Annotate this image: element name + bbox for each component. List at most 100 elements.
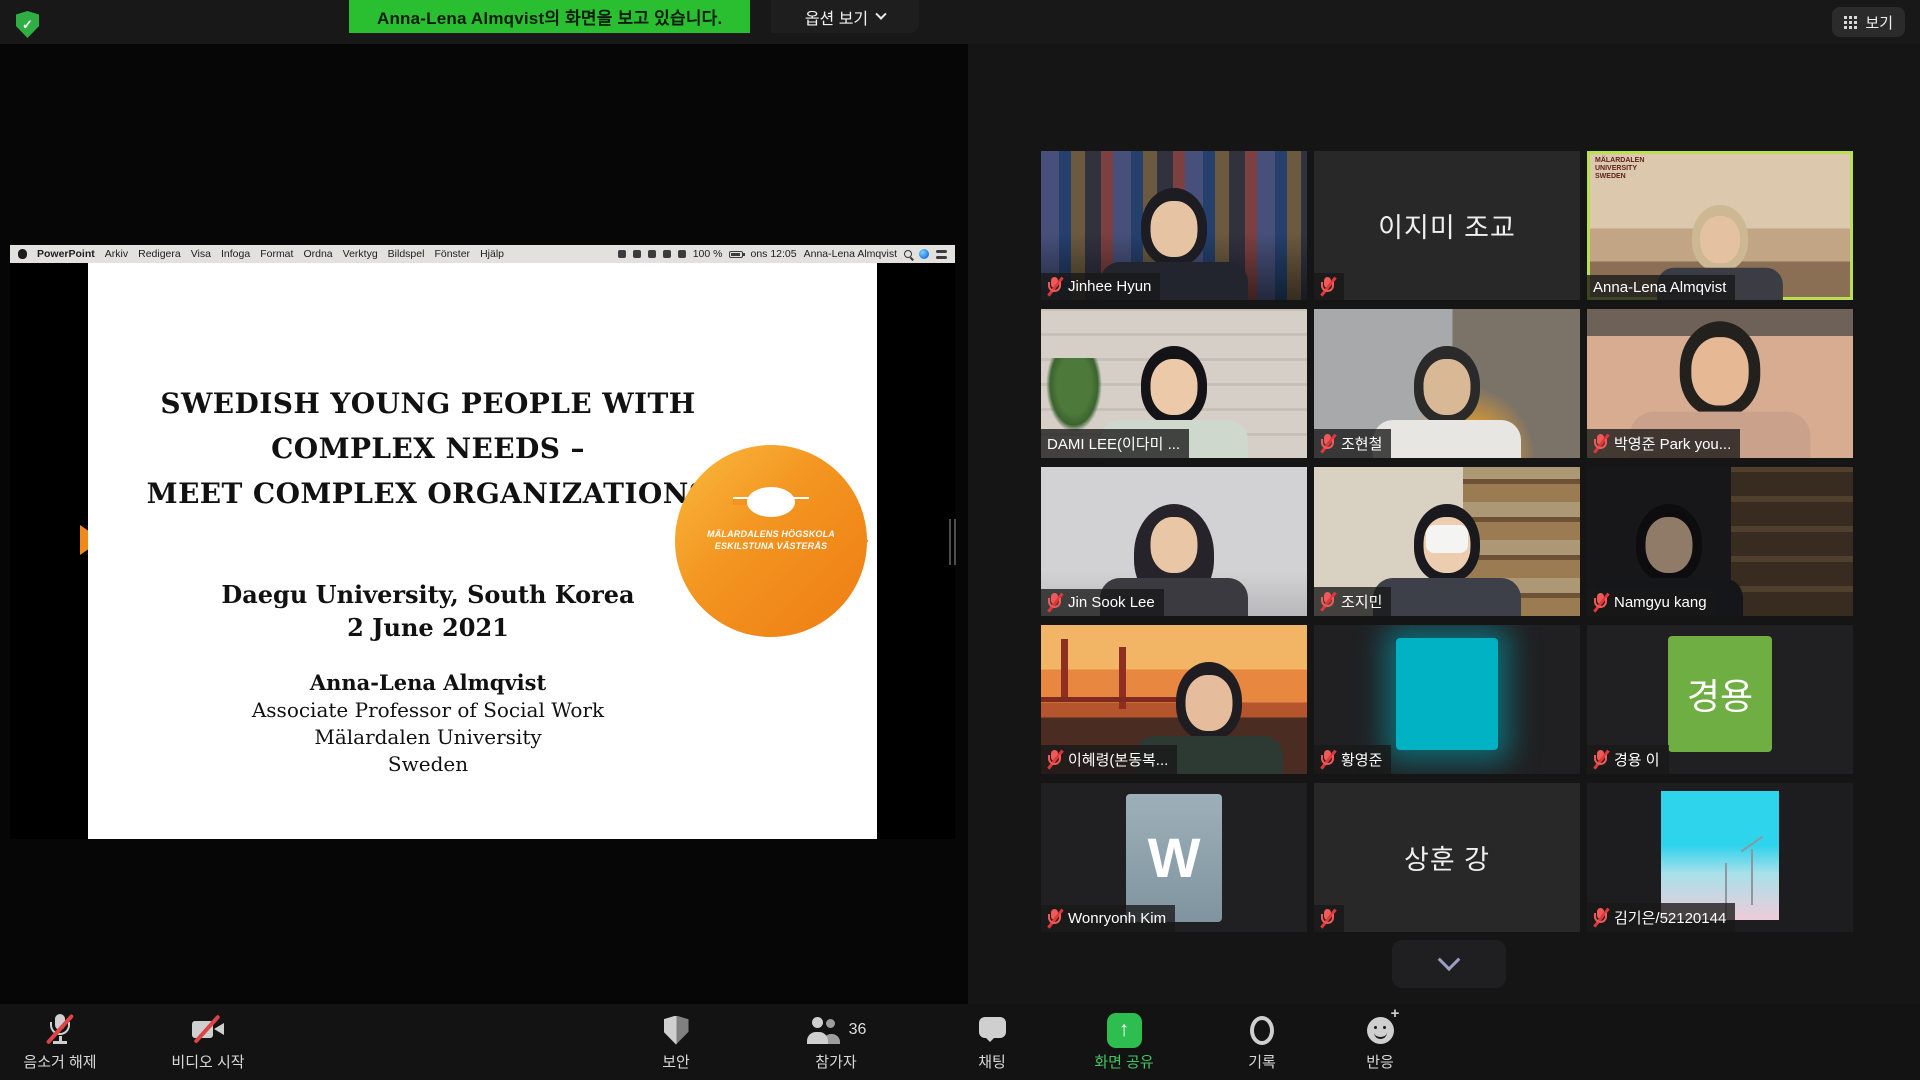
avatar-square: 경용: [1668, 636, 1772, 752]
participant-count: 36: [849, 1021, 867, 1039]
menu-item[interactable]: Ordna: [303, 248, 332, 260]
university-logo-balloon: MÄLARDALENS HÖGSKOLA ESKILSTUNA VÄSTERÅS: [675, 445, 867, 637]
participant-gallery: Jinhee Hyun 이지미 조교 MÄLARDALEN UNIVERSITY…: [1041, 151, 1853, 932]
participant-name: 이지미 조교: [1314, 151, 1580, 300]
participant-tile[interactable]: 조현철: [1314, 309, 1580, 458]
record-icon: [1250, 1016, 1274, 1045]
chevron-down-icon: [1438, 948, 1461, 971]
status-icon[interactable]: [633, 250, 641, 258]
avatar-square: W: [1126, 794, 1222, 922]
status-icon[interactable]: [648, 250, 656, 258]
encryption-shield-icon[interactable]: ✓: [16, 11, 39, 38]
participant-name: 조지민: [1341, 591, 1382, 612]
menu-item[interactable]: Fönster: [434, 248, 470, 260]
participants-icon: [806, 1016, 842, 1044]
participant-tile[interactable]: 박영준 Park you...: [1587, 309, 1853, 458]
participant-tile[interactable]: Jinhee Hyun: [1041, 151, 1307, 300]
participants-button[interactable]: 36 참가자: [766, 1012, 906, 1072]
menu-app-name[interactable]: PowerPoint: [37, 248, 95, 260]
menu-user-name[interactable]: Anna-Lena Almqvist: [804, 248, 897, 260]
camera-off-icon: [192, 1018, 224, 1042]
record-button[interactable]: 기록: [1202, 1012, 1322, 1072]
muted-mic-icon: [1047, 909, 1062, 928]
unmute-button[interactable]: 음소거 해제: [0, 1012, 120, 1072]
menu-item[interactable]: Arkiv: [105, 248, 128, 260]
panel-divider-handle[interactable]: [949, 519, 956, 565]
chat-bubble-icon: [979, 1017, 1006, 1043]
menu-item[interactable]: Verktyg: [343, 248, 378, 260]
participant-name: Jinhee Hyun: [1068, 278, 1151, 295]
chat-button[interactable]: 채팅: [932, 1012, 1052, 1072]
banner-text: Anna-Lena Almqvist의 화면을 보고 있습니다.: [377, 4, 722, 29]
participant-tile[interactable]: W Wonryonh Kim: [1041, 783, 1307, 932]
security-shield-icon: [664, 1016, 689, 1045]
muted-mic-icon: [1593, 908, 1608, 927]
macos-menu-bar: PowerPoint Arkiv Redigera Visa Infoga Fo…: [10, 245, 955, 263]
slide: SWEDISH YOUNG PEOPLE WITH COMPLEX NEEDS …: [88, 263, 877, 839]
menu-item[interactable]: Visa: [191, 248, 211, 260]
participant-name: 상훈 강: [1314, 783, 1580, 932]
slide-title: SWEDISH YOUNG PEOPLE WITH COMPLEX NEEDS …: [108, 381, 748, 516]
menu-item[interactable]: Bildspel: [388, 248, 425, 260]
participant-name: DAMI LEE(이다미 ...: [1047, 433, 1180, 454]
muted-mic-icon: [1593, 593, 1608, 612]
participant-name: Namgyu kang: [1614, 594, 1707, 611]
share-screen-button[interactable]: ↑ 화면 공유: [1064, 1012, 1184, 1072]
menu-item[interactable]: Format: [260, 248, 293, 260]
participant-name: 이혜령(본동복...: [1068, 749, 1168, 770]
participant-tile[interactable]: 이혜령(본동복...: [1041, 625, 1307, 774]
apple-logo[interactable]: [18, 249, 27, 259]
muted-mic-icon: [1047, 277, 1062, 296]
gallery-next-page-button[interactable]: [1392, 940, 1506, 988]
spotlight-search-icon[interactable]: [904, 250, 912, 258]
start-video-button[interactable]: 비디오 시작: [148, 1012, 268, 1072]
participant-tile[interactable]: 황영준: [1314, 625, 1580, 774]
reactions-button[interactable]: + 반응: [1320, 1012, 1440, 1072]
meeting-toolbar: 음소거 해제 비디오 시작 보안 36 참가자 채팅: [0, 1004, 1920, 1080]
menu-item[interactable]: Redigera: [138, 248, 181, 260]
chevron-down-icon: [875, 8, 886, 19]
reactions-smiley-icon: [1367, 1017, 1394, 1044]
powerpoint-window: PowerPoint Arkiv Redigera Visa Infoga Fo…: [10, 245, 955, 839]
participant-tile[interactable]: 조지민: [1314, 467, 1580, 616]
participant-tile[interactable]: 경용 경용 이: [1587, 625, 1853, 774]
top-bar: ✓ Anna-Lena Almqvist의 화면을 보고 있습니다. 옵션 보기…: [0, 0, 1920, 44]
status-icon[interactable]: [618, 250, 626, 258]
participant-name: 경용 이: [1614, 749, 1660, 770]
participant-name: Wonryonh Kim: [1068, 910, 1166, 927]
muted-mic-icon: [1320, 750, 1335, 769]
zoom-meeting-window: ✓ Anna-Lena Almqvist의 화면을 보고 있습니다. 옵션 보기…: [0, 0, 1920, 1080]
participant-tile[interactable]: 이지미 조교: [1314, 151, 1580, 300]
participant-name: 조현철: [1341, 433, 1382, 454]
participant-tile-active-speaker[interactable]: MÄLARDALEN UNIVERSITY SWEDEN Anna-Lena A…: [1587, 151, 1853, 300]
participant-name: 김기은/52120144: [1614, 907, 1726, 928]
security-button[interactable]: 보안: [616, 1012, 736, 1072]
participant-name: 박영준 Park you...: [1614, 433, 1731, 454]
menu-status-cluster: 100 % ons 12:05 Anna-Lena Almqvist: [618, 248, 947, 260]
participant-video: [1661, 791, 1779, 920]
participant-tile[interactable]: Namgyu kang: [1587, 467, 1853, 616]
muted-mic-icon: [1047, 750, 1062, 769]
avatar-square: [1396, 638, 1498, 750]
menu-item[interactable]: Hjälp: [480, 248, 504, 260]
participant-tile[interactable]: Jin Sook Lee: [1041, 467, 1307, 616]
mdh-logo-text: MÄLARDALENS HÖGSKOLA ESKILSTUNA VÄSTERÅS: [707, 529, 835, 552]
status-icon[interactable]: [663, 250, 671, 258]
control-center-icon[interactable]: [936, 250, 947, 259]
participant-name: Anna-Lena Almqvist: [1593, 279, 1726, 296]
muted-mic-icon: [1047, 593, 1062, 612]
participant-tile[interactable]: DAMI LEE(이다미 ...: [1041, 309, 1307, 458]
participant-tile[interactable]: 상훈 강: [1314, 783, 1580, 932]
status-icon[interactable]: [678, 250, 686, 258]
participant-name: 황영준: [1341, 749, 1382, 770]
view-options-button[interactable]: 옵션 보기: [771, 0, 919, 33]
view-button[interactable]: 보기: [1832, 7, 1905, 37]
gallery-grid-icon: [1844, 16, 1857, 29]
battery-percent: 100 %: [693, 248, 723, 260]
siri-icon[interactable]: [919, 249, 929, 259]
participant-tile[interactable]: 김기은/52120144: [1587, 783, 1853, 932]
share-screen-icon: ↑: [1107, 1013, 1142, 1048]
muted-mic-icon: [1320, 592, 1335, 611]
menu-item[interactable]: Infoga: [221, 248, 250, 260]
screen-share-banner: Anna-Lena Almqvist의 화면을 보고 있습니다.: [349, 0, 750, 33]
